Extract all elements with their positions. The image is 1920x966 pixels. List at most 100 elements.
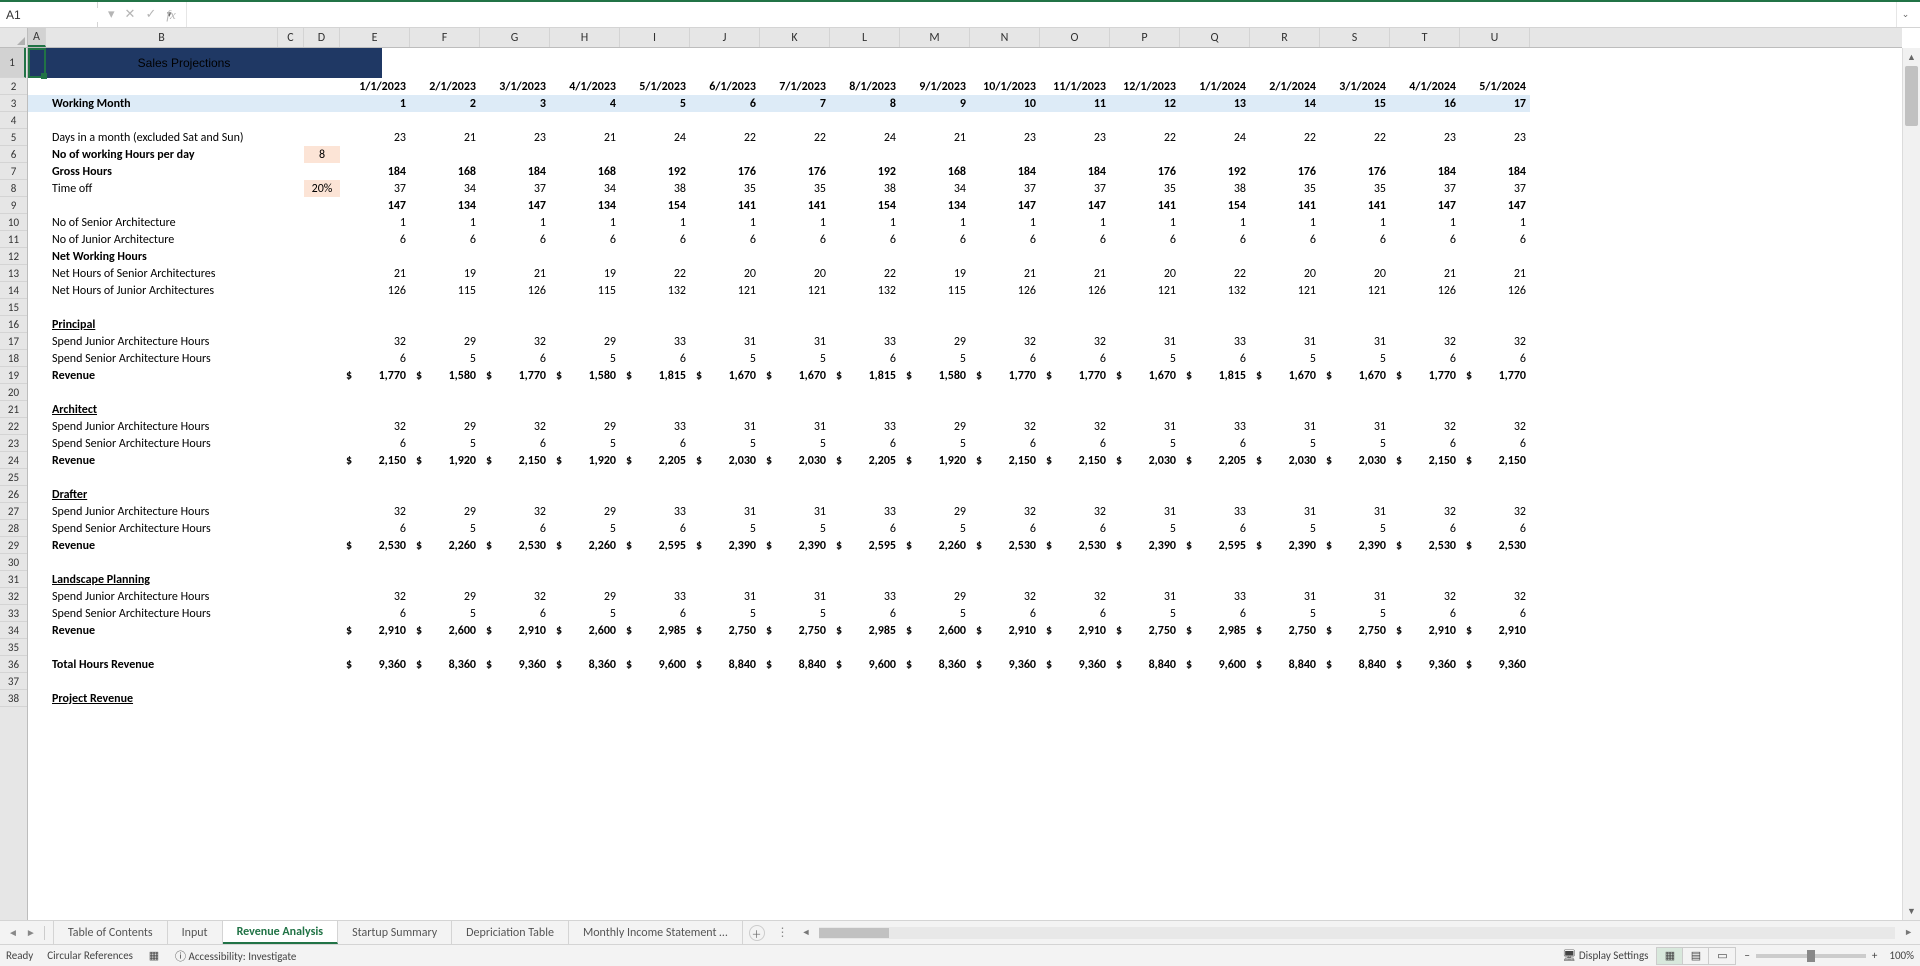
cell[interactable]: 32 (340, 333, 410, 350)
cell[interactable]: $2,530 (480, 537, 550, 554)
cell[interactable]: 132 (1180, 282, 1250, 299)
cell[interactable]: 154 (830, 197, 900, 214)
cell[interactable]: 29 (900, 333, 970, 350)
cell[interactable] (1040, 248, 1110, 265)
cell[interactable] (340, 384, 410, 401)
cell[interactable]: 32 (970, 588, 1040, 605)
cell[interactable]: $1,920 (550, 452, 620, 469)
cell[interactable]: 23 (1040, 129, 1110, 146)
cell[interactable] (46, 197, 278, 214)
cell[interactable] (410, 112, 480, 129)
cell[interactable]: 35 (1320, 180, 1390, 197)
cell[interactable]: 176 (1110, 163, 1180, 180)
cell[interactable] (1390, 112, 1460, 129)
cell[interactable]: 29 (550, 333, 620, 350)
cell[interactable] (1250, 554, 1320, 571)
view-page-break-icon[interactable]: ▭ (1709, 948, 1735, 964)
cell[interactable] (970, 639, 1040, 656)
cell[interactable] (480, 673, 550, 690)
cell[interactable] (480, 554, 550, 571)
cell[interactable]: 8 (304, 146, 340, 163)
cell[interactable]: 184 (1390, 163, 1460, 180)
cell[interactable]: $2,030 (760, 452, 830, 469)
cell[interactable] (278, 639, 304, 656)
cell[interactable] (1390, 146, 1460, 163)
cell[interactable] (278, 401, 304, 418)
cell[interactable]: $2,150 (1390, 452, 1460, 469)
cell[interactable] (690, 384, 760, 401)
cell[interactable]: 33 (1180, 503, 1250, 520)
cell[interactable]: 5 (410, 350, 480, 367)
cell[interactable] (410, 316, 480, 333)
cell[interactable]: 115 (550, 282, 620, 299)
cell[interactable]: 34 (410, 180, 480, 197)
status-accessibility[interactable]: ⓘ Accessibility: Investigate (175, 948, 296, 964)
cell[interactable]: 32 (970, 333, 1040, 350)
cell[interactable] (340, 401, 410, 418)
cell[interactable]: $2,390 (760, 537, 830, 554)
cell[interactable]: 184 (340, 163, 410, 180)
cell[interactable] (690, 112, 760, 129)
cell[interactable]: 22 (1110, 129, 1180, 146)
cell[interactable] (410, 401, 480, 418)
cell[interactable] (830, 48, 900, 78)
cell[interactable] (550, 486, 620, 503)
cell[interactable] (620, 554, 690, 571)
cell[interactable]: 20 (1250, 265, 1320, 282)
cell[interactable]: 32 (1460, 588, 1530, 605)
cell[interactable] (900, 401, 970, 418)
confirm-icon[interactable]: ✓ (145, 7, 156, 22)
row-header-14[interactable]: 14 (0, 282, 27, 299)
cell[interactable]: 22 (1180, 265, 1250, 282)
cell[interactable] (970, 299, 1040, 316)
cell[interactable] (410, 571, 480, 588)
row-header-12[interactable]: 12 (0, 248, 27, 265)
cell[interactable] (1110, 248, 1180, 265)
cell[interactable] (278, 95, 304, 112)
cell[interactable]: 176 (760, 163, 830, 180)
cell[interactable]: $1,670 (760, 367, 830, 384)
formula-bar-expand-icon[interactable]: ⌄ (1896, 2, 1914, 27)
cell[interactable]: Total Hours Revenue (46, 656, 278, 673)
cell[interactable] (760, 384, 830, 401)
cell[interactable]: 6 (830, 435, 900, 452)
row-header-29[interactable]: 29 (0, 537, 27, 554)
cell[interactable] (1180, 316, 1250, 333)
cell[interactable]: 6 (340, 350, 410, 367)
cell[interactable] (410, 469, 480, 486)
cell[interactable] (304, 469, 340, 486)
cell[interactable] (1460, 571, 1530, 588)
cell[interactable]: $2,530 (340, 537, 410, 554)
cell[interactable]: 5 (760, 435, 830, 452)
cell[interactable] (1390, 48, 1460, 78)
cell[interactable] (480, 248, 550, 265)
cell[interactable]: 6 (690, 231, 760, 248)
cell[interactable]: 32 (1460, 418, 1530, 435)
cell[interactable]: 21 (970, 265, 1040, 282)
cell[interactable]: $2,205 (1180, 452, 1250, 469)
cell[interactable]: 12/1/2023 (1110, 78, 1180, 95)
cell[interactable] (480, 112, 550, 129)
cell[interactable]: 147 (970, 197, 1040, 214)
cell[interactable]: 22 (620, 265, 690, 282)
cell[interactable] (1110, 486, 1180, 503)
cell[interactable]: 10/1/2023 (970, 78, 1040, 95)
cell[interactable]: 29 (410, 503, 480, 520)
cell[interactable]: $2,910 (1460, 622, 1530, 639)
cell[interactable]: 29 (900, 418, 970, 435)
cell[interactable] (1390, 554, 1460, 571)
column-header-N[interactable]: N (970, 28, 1040, 47)
cell[interactable] (830, 384, 900, 401)
cell[interactable] (46, 469, 278, 486)
row-header-26[interactable]: 26 (0, 486, 27, 503)
cell[interactable]: 22 (1250, 129, 1320, 146)
cell[interactable]: 5 (760, 605, 830, 622)
cell[interactable]: 6 (690, 95, 760, 112)
cell[interactable]: 6 (620, 350, 690, 367)
cell[interactable] (1320, 469, 1390, 486)
cell[interactable] (830, 571, 900, 588)
cell[interactable]: 4/1/2024 (1390, 78, 1460, 95)
column-header-L[interactable]: L (830, 28, 900, 47)
cell[interactable]: $2,150 (340, 452, 410, 469)
cell[interactable]: 6 (760, 231, 830, 248)
